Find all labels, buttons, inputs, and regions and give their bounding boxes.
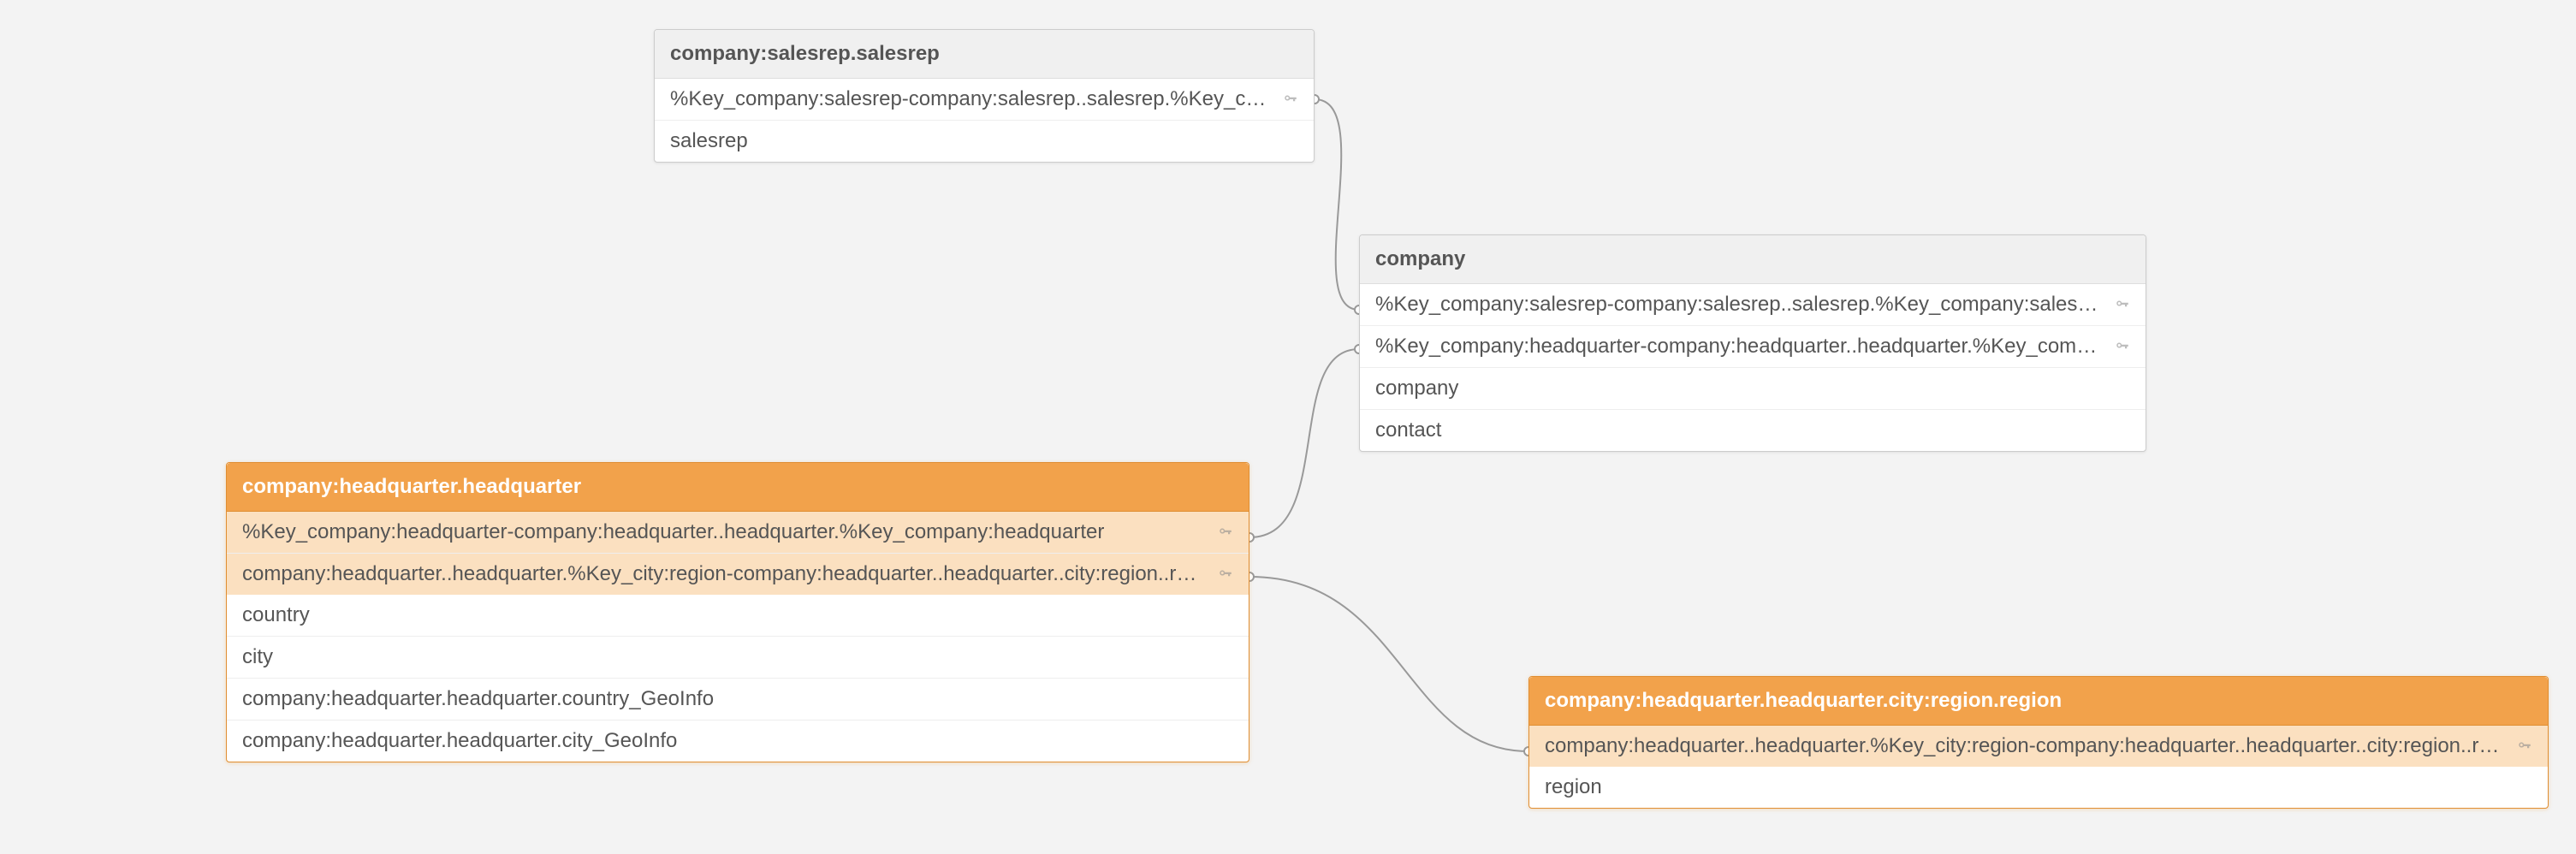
table-node-region[interactable]: company:headquarter.headquarter.city:reg… [1528,676,2549,809]
key-icon [1218,566,1233,582]
table-header[interactable]: company:salesrep.salesrep [655,30,1314,79]
field-label: region [1545,775,2532,799]
field-label: city [242,645,1233,669]
key-icon [2517,738,2532,754]
key-icon [2115,339,2130,354]
field-row[interactable]: company [1360,368,2146,410]
table-header[interactable]: company:headquarter.headquarter.city:reg… [1529,677,2548,726]
field-row[interactable]: country [227,595,1249,637]
table-node-company[interactable]: company %Key_company:salesrep-company:sa… [1359,234,2146,452]
field-row[interactable]: salesrep [655,121,1314,162]
field-label: %Key_company:salesrep-company:salesrep..… [670,87,1273,111]
field-label: salesrep [670,129,1298,153]
diagram-canvas[interactable]: company:salesrep.salesrep %Key_company:s… [0,0,2576,854]
field-row[interactable]: company:headquarter.headquarter.city_Geo… [227,721,1249,762]
field-row[interactable]: %Key_company:salesrep-company:salesrep..… [1360,284,2146,326]
table-title: company:headquarter.headquarter [242,475,581,498]
field-row[interactable]: company:headquarter.headquarter.country_… [227,679,1249,721]
field-row[interactable]: city [227,637,1249,679]
field-row[interactable]: %Key_company:headquarter-company:headqua… [1360,326,2146,368]
field-label: company:headquarter..headquarter.%Key_ci… [242,562,1208,586]
field-row[interactable]: contact [1360,410,2146,451]
field-label: contact [1375,418,2130,442]
table-node-salesrep[interactable]: company:salesrep.salesrep %Key_company:s… [654,29,1315,163]
table-title: company:headquarter.headquarter.city:reg… [1545,689,2062,712]
field-label: %Key_company:salesrep-company:salesrep..… [1375,293,2104,317]
field-row[interactable]: %Key_company:salesrep-company:salesrep..… [655,79,1314,121]
field-label: company:headquarter.headquarter.city_Geo… [242,729,1233,753]
field-label: %Key_company:headquarter-company:headqua… [242,520,1208,544]
field-label: company:headquarter..headquarter.%Key_ci… [1545,734,2507,758]
key-icon [2115,297,2130,312]
key-icon [1218,525,1233,540]
table-title: company [1375,247,1465,270]
field-label: company [1375,377,2130,400]
field-row[interactable]: company:headquarter..headquarter.%Key_ci… [227,554,1249,595]
field-row[interactable]: %Key_company:headquarter-company:headqua… [227,512,1249,554]
field-label: company:headquarter.headquarter.country_… [242,687,1233,711]
field-label: country [242,603,1233,627]
table-header[interactable]: company:headquarter.headquarter [227,463,1249,512]
field-label: %Key_company:headquarter-company:headqua… [1375,335,2104,359]
table-node-headquarter[interactable]: company:headquarter.headquarter %Key_com… [226,462,1249,762]
table-title: company:salesrep.salesrep [670,42,940,65]
field-row[interactable]: region [1529,767,2548,808]
table-header[interactable]: company [1360,235,2146,284]
key-icon [1283,92,1298,107]
field-row[interactable]: company:headquarter..headquarter.%Key_ci… [1529,726,2548,767]
